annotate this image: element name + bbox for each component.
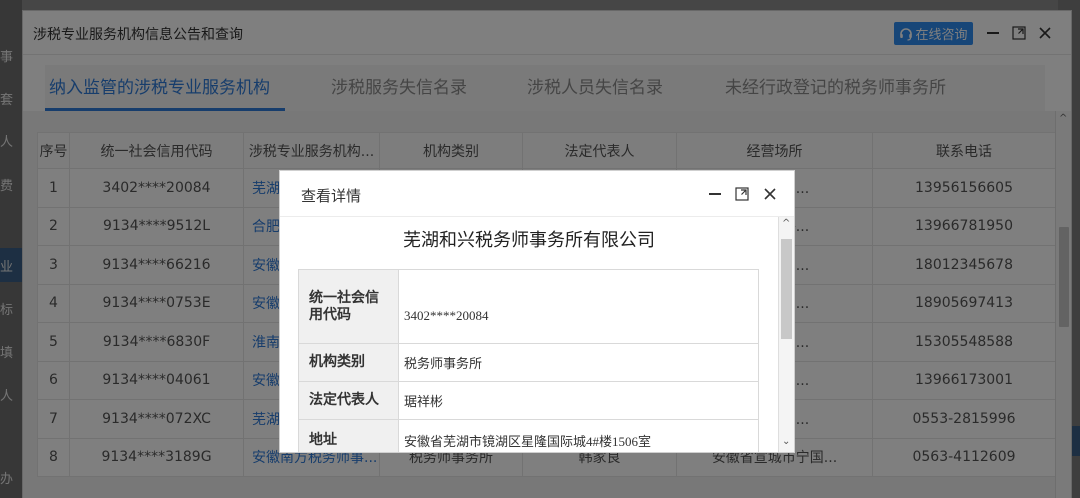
field-value: 琚祥彬 <box>398 381 759 420</box>
close-icon[interactable] <box>759 183 781 205</box>
field-label: 机构类别 <box>298 343 399 382</box>
field-label: 地址 <box>298 419 399 452</box>
detail-scrollbar[interactable]: ^ ⌄ <box>778 217 794 452</box>
detail-dialog-header: 查看详情 <box>280 171 794 217</box>
field-label: 法定代表人 <box>298 381 399 420</box>
detail-row: 统一社会信用代码 3402****20084 <box>298 269 759 344</box>
detail-row: 地址 安徽省芜湖市镜湖区星隆国际城4#楼1506室 <box>298 419 759 452</box>
detail-dialog: 查看详情 芜湖和兴税务师事务所有限公司 统一社会信用代码 3402****200… <box>279 170 795 453</box>
field-value: 3402****20084 <box>398 269 759 344</box>
minimize-icon[interactable] <box>704 183 726 205</box>
scroll-up-icon[interactable]: ^ <box>782 218 790 229</box>
detail-row: 法定代表人 琚祥彬 <box>298 381 759 420</box>
detail-dialog-body: 芜湖和兴税务师事务所有限公司 统一社会信用代码 3402****20084 机构… <box>280 217 794 452</box>
company-name: 芜湖和兴税务师事务所有限公司 <box>403 230 655 251</box>
detail-table: 统一社会信用代码 3402****20084 机构类别 税务师事务所 法定代表人… <box>298 269 759 452</box>
maximize-icon[interactable] <box>731 183 753 205</box>
field-value: 安徽省芜湖市镜湖区星隆国际城4#楼1506室 <box>398 419 759 452</box>
detail-dialog-title: 查看详情 <box>301 187 362 205</box>
field-label: 统一社会信用代码 <box>298 269 399 344</box>
scroll-down-icon[interactable]: ⌄ <box>782 436 790 447</box>
field-value: 税务师事务所 <box>398 343 759 382</box>
scrollbar-thumb[interactable] <box>781 239 792 339</box>
detail-row: 机构类别 税务师事务所 <box>298 343 759 382</box>
